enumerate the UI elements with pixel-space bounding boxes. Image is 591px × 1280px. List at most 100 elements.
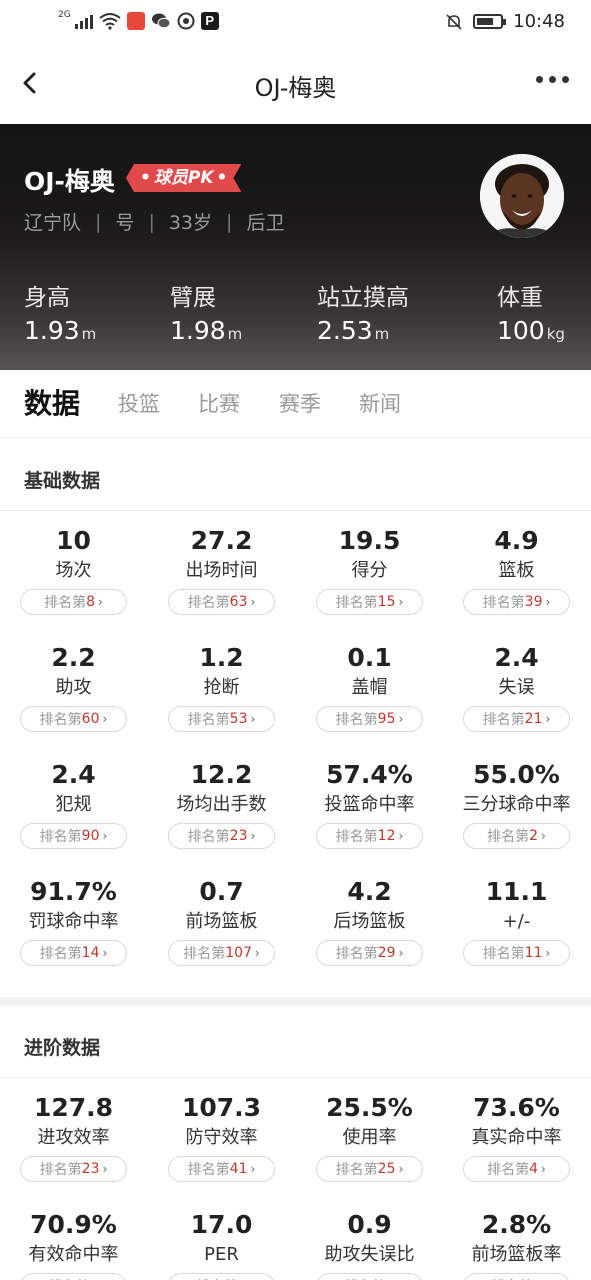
chevron-right-icon: › xyxy=(98,595,103,609)
rank-button[interactable]: 排名第 21 › xyxy=(463,706,570,732)
stat-name: 前场篮板率 xyxy=(471,1244,562,1265)
stat-cell: 17.0 PER 排名第› xyxy=(148,1210,295,1280)
stat-cell: 2.2 助攻 排名第 60 › xyxy=(0,643,147,732)
stat-cell: 0.9 助攻失误比排名第› xyxy=(296,1210,443,1280)
tab-season[interactable]: 赛季 xyxy=(279,388,321,418)
stat-cell: 10 场次排名第 8 › xyxy=(0,526,147,615)
chevron-right-icon: › xyxy=(398,1162,404,1176)
rank-number: 15 xyxy=(377,594,396,610)
chevron-right-icon: › xyxy=(398,829,404,843)
stat-cell: 4.9 篮板 排名第 39 › xyxy=(443,526,590,615)
stat-value: 1.2 xyxy=(199,643,244,672)
rank-button[interactable]: 排名第 15 › xyxy=(316,589,423,615)
chevron-right-icon: › xyxy=(102,946,108,960)
chevron-right-icon: › xyxy=(398,595,404,609)
player-header: OJ-梅奥 球员PK 辽宁队 | 号 | 33岁 | 后卫 身高 1.93m 臂… xyxy=(0,124,591,370)
rank-prefix: 排名第 xyxy=(39,946,82,962)
player-number: 号 xyxy=(115,212,135,234)
rank-prefix: 排名第 xyxy=(482,712,525,728)
chevron-right-icon: › xyxy=(545,595,551,609)
rank-button[interactable]: 排名第 14 › xyxy=(20,940,127,966)
stat-cell: 0.1 盖帽 排名第 95 › xyxy=(296,643,443,732)
rank-prefix: 排名第 xyxy=(482,595,525,611)
rank-button[interactable]: 排名第 60 › xyxy=(20,706,127,732)
stat-value: 11.1 xyxy=(485,877,548,906)
stat-value: 4.9 xyxy=(494,526,539,555)
rank-prefix: 排名第 xyxy=(482,946,525,962)
rank-button[interactable]: 排名第 25 › xyxy=(316,1156,423,1182)
stat-value: 27.2 xyxy=(190,526,253,555)
rank-prefix: 排名第 xyxy=(345,1276,387,1280)
stat-cell: 91.7% 罚球命中率 排名第 14 › xyxy=(0,877,147,966)
stat-cell: 107.3 防守效率 排名第 41 › xyxy=(148,1093,295,1182)
rank-button[interactable]: 排名第 29 › xyxy=(316,940,423,966)
stat-cell: 57.4% 投篮命中率 排名第 12 › xyxy=(296,760,443,849)
rank-button[interactable]: 排名第 11 › xyxy=(463,940,570,966)
stat-name: 犯规 xyxy=(55,794,92,815)
app-p-icon: P xyxy=(200,12,219,30)
rank-button[interactable]: 排名第 23 › xyxy=(20,1156,127,1182)
chevron-right-icon: › xyxy=(541,1162,546,1176)
rank-button[interactable]: 排名第 107 › xyxy=(168,940,275,966)
metric-value: 1.93 xyxy=(24,316,80,345)
rank-button[interactable]: 排名第 53 › xyxy=(168,706,275,732)
rank-prefix: 排名第 xyxy=(44,595,87,611)
metric-wingspan: 臂展 1.98 m xyxy=(170,278,242,345)
stat-value: 2.8% xyxy=(481,1210,552,1239)
rank-prefix: 排名第 xyxy=(335,946,378,962)
chevron-right-icon: › xyxy=(541,829,546,843)
player-age: 33岁 xyxy=(168,212,213,234)
rank-button[interactable]: 排名第 23 › xyxy=(168,823,275,849)
stat-cell: 11.1 +/- 排名第 11 › xyxy=(443,877,590,966)
battery-icon xyxy=(473,14,507,29)
rank-button[interactable]: 排名第› xyxy=(316,1273,423,1280)
clock: 10:48 xyxy=(513,11,565,32)
tab-games[interactable]: 比赛 xyxy=(198,388,240,418)
rank-button[interactable]: 排名第 63 › xyxy=(168,589,275,615)
rank-number: 12 xyxy=(377,828,396,844)
tab-data[interactable]: 数据 xyxy=(24,382,80,422)
rank-button[interactable]: 排名第 12 › xyxy=(316,823,423,849)
stat-name: 助攻失误比 xyxy=(324,1244,415,1265)
rank-prefix: 排名第 xyxy=(335,595,378,611)
rank-button[interactable]: 排名第 41 › xyxy=(168,1156,275,1182)
metric-value: 100 xyxy=(497,316,545,345)
rank-number: 95 xyxy=(377,711,396,727)
rank-number: 25 xyxy=(377,1161,396,1177)
metric-value: 2.53 xyxy=(317,316,373,345)
rank-button[interactable]: 排名第 2 › xyxy=(463,823,570,849)
rank-button[interactable]: 排名第 4 › xyxy=(463,1156,570,1182)
rank-button[interactable]: 排名第 39 › xyxy=(463,589,570,615)
stat-cell: 1.2 抢断 排名第 53 › xyxy=(148,643,295,732)
metric-unit: m xyxy=(227,325,243,343)
stat-cell: 73.6% 真实命中率 排名第 4 › xyxy=(443,1093,590,1182)
tab-shooting[interactable]: 投篮 xyxy=(118,388,160,418)
rank-button[interactable]: 排名第 8 › xyxy=(20,589,127,615)
stat-cell: 25.5% 使用率 排名第 25 › xyxy=(296,1093,443,1182)
tab-news[interactable]: 新闻 xyxy=(359,388,401,418)
chevron-right-icon: › xyxy=(102,829,108,843)
stat-value: 10 xyxy=(56,526,91,555)
stat-name: 后场篮板 xyxy=(333,911,406,932)
rank-button[interactable]: 排名第 95 › xyxy=(316,706,423,732)
rank-button[interactable]: 排名第› xyxy=(168,1273,275,1280)
metric-unit: m xyxy=(81,325,97,343)
rank-number: 23 xyxy=(229,828,248,844)
metric-unit: m xyxy=(374,325,390,343)
chevron-right-icon: › xyxy=(398,946,404,960)
stat-name: 场次 xyxy=(55,560,92,581)
stat-value: 57.4% xyxy=(326,760,413,789)
rank-button[interactable]: 排名第› xyxy=(463,1273,570,1280)
stat-value: 0.1 xyxy=(347,643,392,672)
player-position: 后卫 xyxy=(246,212,285,234)
stat-name: 前场篮板 xyxy=(185,911,258,932)
stat-name: 使用率 xyxy=(342,1127,397,1148)
player-pk-button[interactable]: 球员PK xyxy=(126,164,241,192)
rank-button[interactable]: 排名第› xyxy=(20,1273,127,1280)
more-icon[interactable] xyxy=(536,76,569,83)
rank-button[interactable]: 排名第 90 › xyxy=(20,823,127,849)
stat-name: 罚球命中率 xyxy=(28,911,119,932)
rank-prefix: 排名第 xyxy=(187,1162,230,1178)
chevron-right-icon: › xyxy=(250,712,256,726)
rank-prefix: 排名第 xyxy=(187,829,230,845)
